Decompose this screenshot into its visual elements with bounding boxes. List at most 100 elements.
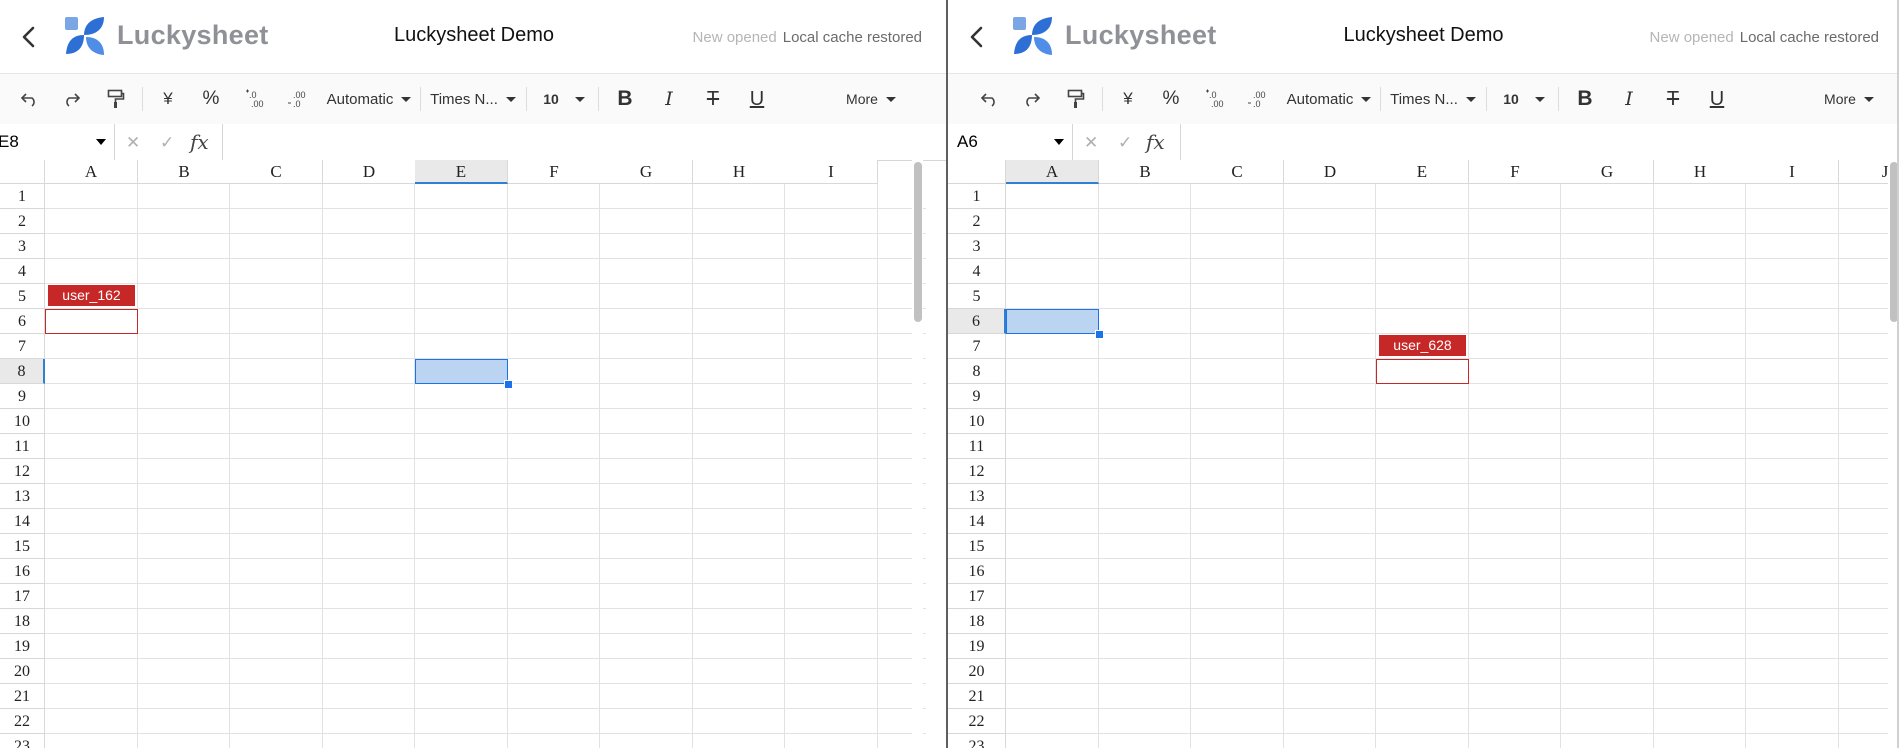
row-header-20[interactable]: 20 — [948, 659, 1006, 684]
row-header-22[interactable]: 22 — [0, 709, 45, 734]
row-header-17[interactable]: 17 — [0, 584, 45, 609]
italic-button[interactable]: I — [652, 74, 686, 124]
fx-icon[interactable]: fx — [1146, 130, 1165, 154]
column-header-d[interactable]: D — [1284, 160, 1377, 184]
vertical-scrollbar[interactable] — [912, 160, 923, 748]
select-all-corner[interactable] — [0, 160, 45, 184]
sheet-grid[interactable]: A B C D E F G H I 1 2 3 4 5 6 7 8 9 10 11 12 13 14 15 16 17 18 19 20… — [0, 160, 926, 748]
row-header-21[interactable]: 21 — [948, 684, 1006, 709]
column-header-c[interactable]: C — [1191, 160, 1284, 184]
name-box-dropdown-icon[interactable] — [1054, 139, 1064, 145]
row-header-18[interactable]: 18 — [0, 609, 45, 634]
fill-handle[interactable] — [1095, 330, 1104, 339]
column-header-i[interactable]: I — [1746, 160, 1839, 184]
row-header-10[interactable]: 10 — [948, 409, 1006, 434]
column-header-h[interactable]: H — [1654, 160, 1747, 184]
paint-format-button[interactable] — [101, 74, 131, 124]
column-header-d[interactable]: D — [323, 160, 416, 184]
cancel-icon[interactable]: ✕ — [1084, 133, 1098, 153]
row-header-10[interactable]: 10 — [0, 409, 45, 434]
confirm-icon[interactable]: ✓ — [160, 133, 174, 153]
column-header-h[interactable]: H — [693, 160, 786, 184]
row-header-16[interactable]: 16 — [948, 559, 1006, 584]
more-button[interactable]: More — [1814, 74, 1884, 124]
row-header-11[interactable]: 11 — [0, 434, 45, 459]
column-header-b[interactable]: B — [1099, 160, 1192, 184]
row-header-6[interactable]: 6 — [948, 309, 1006, 334]
redo-button[interactable] — [57, 74, 87, 124]
back-arrow-icon[interactable] — [18, 25, 40, 49]
column-header-i[interactable]: I — [785, 160, 878, 184]
row-header-13[interactable]: 13 — [0, 484, 45, 509]
column-header-e[interactable]: E — [1376, 160, 1469, 184]
selected-cell[interactable] — [415, 359, 508, 384]
bold-button[interactable]: B — [1568, 74, 1602, 124]
column-header-c[interactable]: C — [230, 160, 323, 184]
row-header-19[interactable]: 19 — [0, 634, 45, 659]
scrollbar-thumb[interactable] — [914, 162, 922, 322]
undo-button[interactable] — [974, 74, 1004, 124]
row-header-21[interactable]: 21 — [0, 684, 45, 709]
row-header-8[interactable]: 8 — [948, 359, 1006, 384]
selected-cell[interactable] — [1006, 309, 1099, 334]
column-header-f[interactable]: F — [508, 160, 601, 184]
font-family-dropdown[interactable]: Times N... — [1388, 74, 1478, 124]
cancel-icon[interactable]: ✕ — [126, 133, 140, 153]
name-box[interactable]: A6 — [948, 124, 1073, 160]
row-header-23[interactable]: 23 — [0, 734, 45, 748]
row-header-6[interactable]: 6 — [0, 309, 45, 334]
row-header-15[interactable]: 15 — [0, 534, 45, 559]
row-header-14[interactable]: 14 — [0, 509, 45, 534]
row-header-23[interactable]: 23 — [948, 734, 1006, 748]
name-box-dropdown-icon[interactable] — [96, 139, 106, 145]
currency-format-button[interactable]: ¥ — [152, 74, 184, 124]
column-header-a[interactable]: A — [45, 160, 138, 184]
redo-button[interactable] — [1017, 74, 1047, 124]
row-header-12[interactable]: 12 — [948, 459, 1006, 484]
currency-format-button[interactable]: ¥ — [1112, 74, 1144, 124]
name-box[interactable]: E8 — [0, 124, 115, 160]
row-header-17[interactable]: 17 — [948, 584, 1006, 609]
column-header-e[interactable]: E — [415, 160, 508, 184]
row-header-4[interactable]: 4 — [948, 259, 1006, 284]
row-header-8[interactable]: 8 — [0, 359, 45, 384]
confirm-icon[interactable]: ✓ — [1118, 133, 1132, 153]
row-header-18[interactable]: 18 — [948, 609, 1006, 634]
row-header-12[interactable]: 12 — [0, 459, 45, 484]
row-header-9[interactable]: 9 — [948, 384, 1006, 409]
column-header-g[interactable]: G — [1561, 160, 1654, 184]
column-header-a[interactable]: A — [1006, 160, 1099, 184]
font-size-dropdown[interactable]: 10 — [536, 74, 592, 124]
paint-format-button[interactable] — [1061, 74, 1091, 124]
number-format-dropdown[interactable]: Automatic — [1286, 74, 1372, 124]
underline-button[interactable]: U — [740, 74, 774, 124]
row-header-1[interactable]: 1 — [0, 184, 45, 209]
row-header-9[interactable]: 9 — [0, 384, 45, 409]
sheet-grid[interactable]: A B C D E F G H I J 1 2 3 4 5 6 7 8 9 10 11 12 13 14 15 16 17 18 19 2… — [948, 160, 1899, 748]
fill-handle[interactable] — [504, 380, 513, 389]
strikethrough-button[interactable]: T — [1656, 74, 1690, 124]
number-format-dropdown[interactable]: Automatic — [326, 74, 412, 124]
row-header-1[interactable]: 1 — [948, 184, 1006, 209]
row-header-22[interactable]: 22 — [948, 709, 1006, 734]
column-header-b[interactable]: B — [138, 160, 231, 184]
increase-decimal-button[interactable]: .00.0 — [1242, 74, 1274, 124]
percent-format-button[interactable]: % — [195, 74, 227, 124]
row-header-5[interactable]: 5 — [0, 284, 45, 309]
row-header-14[interactable]: 14 — [948, 509, 1006, 534]
row-header-19[interactable]: 19 — [948, 634, 1006, 659]
italic-button[interactable]: I — [1612, 74, 1646, 124]
decrease-decimal-button[interactable]: .0.00 — [1200, 74, 1232, 124]
row-header-15[interactable]: 15 — [948, 534, 1006, 559]
row-header-20[interactable]: 20 — [0, 659, 45, 684]
row-header-2[interactable]: 2 — [948, 209, 1006, 234]
row-header-3[interactable]: 3 — [948, 234, 1006, 259]
fx-icon[interactable]: fx — [190, 130, 209, 154]
font-family-dropdown[interactable]: Times N... — [428, 74, 518, 124]
underline-button[interactable]: U — [1700, 74, 1734, 124]
row-header-16[interactable]: 16 — [0, 559, 45, 584]
row-header-3[interactable]: 3 — [0, 234, 45, 259]
font-size-dropdown[interactable]: 10 — [1496, 74, 1552, 124]
row-header-7[interactable]: 7 — [0, 334, 45, 359]
increase-decimal-button[interactable]: .00.0 — [282, 74, 314, 124]
